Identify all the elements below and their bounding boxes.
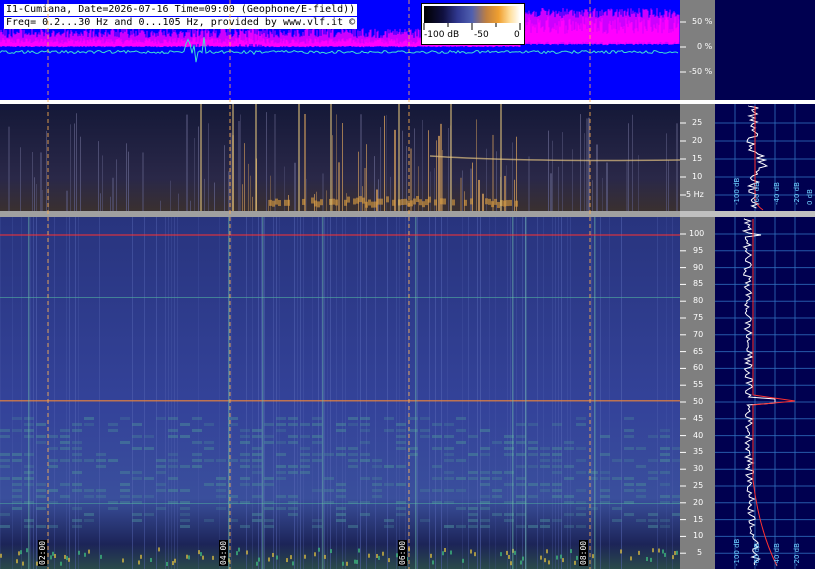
spectrum-bottom-label-20: -20 dB: [793, 543, 801, 566]
spectrum-column: [715, 0, 815, 569]
slf-scale-label: 85: [693, 279, 704, 289]
slf-scale-label: 5: [697, 548, 703, 558]
elf-scale-label-15: 15: [692, 154, 703, 163]
scale-white-band: [680, 100, 715, 104]
slf-scale-label: 70: [693, 329, 704, 339]
colorbar-label-min: -100 dB: [424, 30, 460, 40]
spectrum-plot: [715, 104, 815, 569]
slf-scale-label: 75: [693, 313, 704, 322]
slf-scale-label: 40: [693, 430, 704, 440]
colorbar: -100 dB -50 0: [421, 3, 525, 45]
waveform-scale-label-50: 50 %: [692, 17, 713, 26]
elf-scale-label-10: 10: [692, 172, 703, 181]
waveform-scale-label-m50: -50 %: [689, 67, 713, 76]
slf-scale-label: 100: [689, 229, 705, 238]
slf-scale-label: 20: [693, 497, 704, 507]
slf-scale-label: 30: [693, 464, 704, 474]
spectrum-bottom-label-60: -60 dB: [753, 543, 761, 566]
elf-scale-label-5hz: 5 Hz: [686, 190, 704, 199]
slf-scale-label: 60: [693, 363, 704, 373]
slf-spectrogram: [0, 217, 680, 569]
colorbar-label-max: 0: [514, 30, 520, 40]
colorbar-label-mid: -50: [474, 30, 489, 40]
spectrum-bottom-label-100: -100 dB: [733, 538, 741, 566]
slf-scale-label: 65: [693, 346, 704, 356]
time-label-0600: 06:00: [398, 539, 407, 566]
spectrum-top-label-60: -60 dB: [753, 182, 761, 205]
spectrum-top-label-0: 0 dB: [806, 189, 814, 205]
scale-grey-band: [680, 211, 715, 217]
waveform-scale-label-0: 0 %: [697, 42, 713, 51]
spectrum-top-label-20: -20 dB: [793, 182, 801, 205]
elf-scale-label-20: 20: [692, 136, 703, 145]
spectrum-top-label-40: -40 dB: [773, 182, 781, 205]
slf-spectrogram-image: [0, 217, 680, 569]
time-label-0200: 02:00: [38, 539, 47, 566]
elf-spectrogram: [0, 104, 680, 211]
slf-scale-label: 45: [693, 413, 704, 423]
time-label-0400: 04:00: [219, 539, 228, 566]
slf-scale-label: 35: [693, 447, 704, 457]
slf-scale-label: 95: [693, 245, 704, 255]
station-title: I1-Cumiana, Date=2026-07-16 Time=09:00 (…: [4, 4, 358, 16]
slf-scale-label: 25: [693, 481, 704, 490]
frequency-info: Freq= 0.2...30 Hz and 0...105 Hz, provid…: [4, 17, 358, 29]
vlf-monitor-display: I1-Cumiana, Date=2026-07-16 Time=09:00 (…: [0, 0, 815, 569]
slf-scale-label: 90: [693, 262, 704, 272]
elf-spectrogram-image: [0, 104, 680, 211]
slf-scale-label: 55: [693, 380, 704, 390]
spectrum-top-label-100: -100 dB: [733, 177, 741, 205]
time-label-0800: 08:00: [579, 539, 588, 566]
slf-scale-label: 80: [693, 296, 704, 306]
slf-scale-label: 15: [693, 514, 704, 524]
slf-scale-label: 50: [693, 397, 704, 406]
slf-scale-label: 10: [693, 531, 704, 541]
spectrum-bottom-label-40: -40 dB: [773, 543, 781, 566]
elf-scale-label-25: 25: [692, 118, 703, 127]
